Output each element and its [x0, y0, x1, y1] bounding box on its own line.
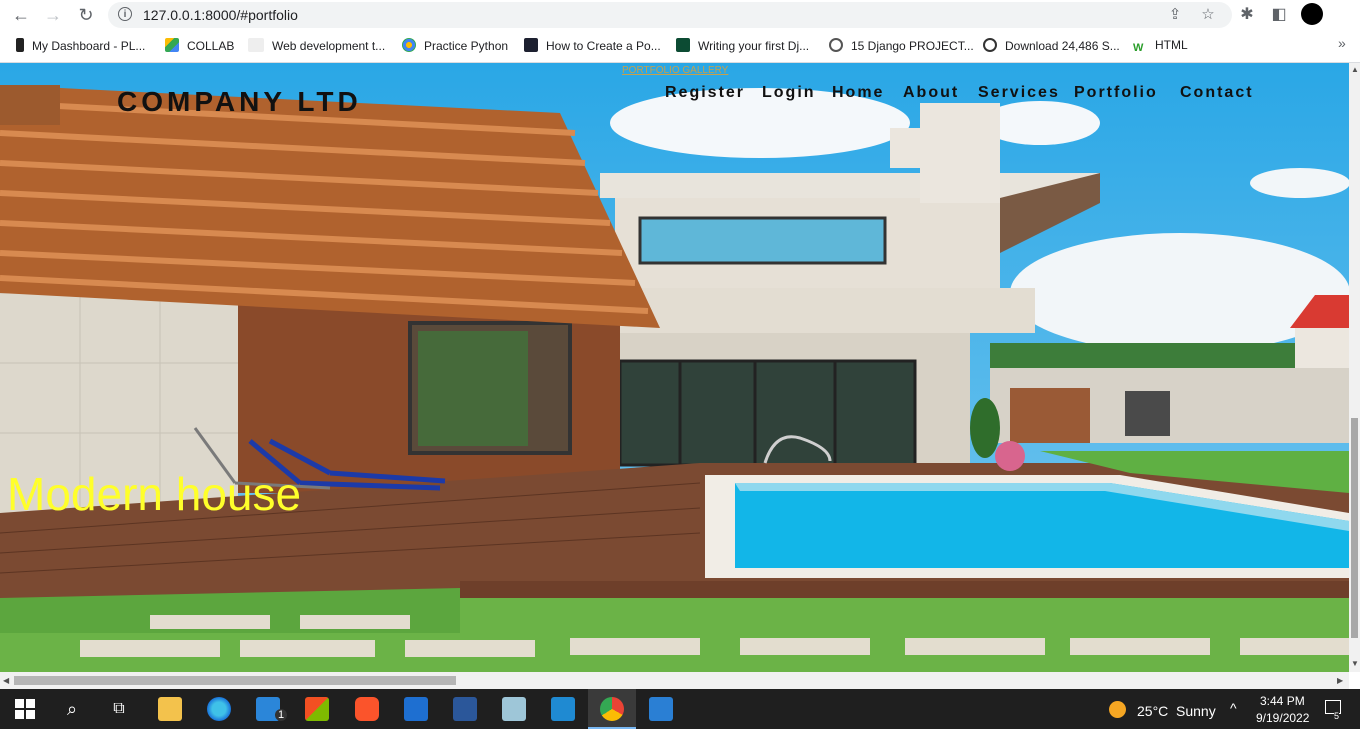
task-view-icon[interactable]: ⧉ — [107, 697, 131, 721]
bookmark-item[interactable]: Practice Python — [402, 38, 508, 53]
nav-link-about[interactable]: About — [903, 84, 959, 102]
nav-link-home[interactable]: Home — [832, 84, 884, 102]
weather-text[interactable]: Sunny — [1176, 703, 1216, 719]
nav-link-services[interactable]: Services — [978, 84, 1060, 102]
bookmark-label: 15 Django PROJECT... — [851, 39, 974, 53]
whatsapp-icon — [983, 38, 997, 52]
site-info-icon[interactable]: i — [118, 7, 132, 21]
bookmark-item[interactable]: 15 Django PROJECT... — [829, 38, 974, 53]
forward-icon[interactable]: → — [42, 4, 64, 26]
hero-title: Modern house — [7, 468, 302, 520]
horizontal-scrollbar[interactable]: ◀ ▶ — [0, 672, 1349, 689]
bookmarks-bar: My Dashboard - PL... COLLAB Web developm… — [0, 30, 1360, 63]
weather-sun-icon[interactable] — [1109, 701, 1126, 718]
bookmark-label: Writing your first Dj... — [698, 39, 810, 53]
vscode-icon[interactable] — [551, 697, 575, 721]
bookmark-label: How to Create a Po... — [546, 39, 661, 53]
bookmark-item[interactable]: Writing your first Dj... — [676, 38, 809, 53]
vertical-scroll-thumb[interactable] — [1351, 418, 1358, 638]
nav-link-login[interactable]: Login — [762, 84, 816, 102]
nav-link-portfolio[interactable]: Portfolio — [1074, 84, 1158, 102]
bookmark-favicon-icon — [16, 38, 24, 52]
more-bookmarks-icon[interactable]: » — [1338, 35, 1346, 51]
bookmark-label: Practice Python — [424, 39, 509, 53]
hero-house-image — [0, 63, 1349, 672]
windows-start-icon[interactable] — [13, 697, 37, 721]
side-panel-icon[interactable]: ◧ — [1268, 4, 1290, 26]
bookmark-label: Download 24,486 S... — [1005, 39, 1120, 53]
practice-python-icon — [402, 38, 416, 52]
bookmark-item[interactable]: COLLAB — [165, 38, 234, 53]
scroll-right-icon[interactable]: ▶ — [1337, 676, 1343, 685]
scroll-down-icon[interactable]: ▼ — [1351, 659, 1359, 668]
bookmark-item[interactable]: W HTML — [1133, 38, 1188, 55]
weather-temp[interactable]: 25°C — [1137, 703, 1168, 719]
store-icon[interactable] — [305, 697, 329, 721]
windows-taskbar: ⌕ ⧉ 1 25°C Sunny ^ 3:44 PM 9/19/2022 5 — [0, 689, 1360, 729]
file-explorer-icon[interactable] — [158, 697, 182, 721]
portfolio-gallery-link[interactable]: PORTFOLIO GALLERY — [622, 65, 728, 76]
url-text[interactable]: 127.0.0.1:8000/#portfolio — [143, 7, 298, 23]
chrome-icon — [600, 697, 624, 721]
search-icon[interactable]: ⌕ — [60, 697, 84, 721]
bookmark-item[interactable]: Web development t... — [248, 38, 385, 53]
vertical-scrollbar[interactable]: ▲ ▼ — [1349, 63, 1360, 672]
back-icon[interactable]: ← — [10, 4, 32, 26]
bookmark-label: COLLAB — [187, 39, 235, 53]
share-icon[interactable]: ⇪ — [1166, 6, 1184, 24]
bookmark-label: My Dashboard - PL... — [32, 39, 146, 53]
address-bar[interactable]: i 127.0.0.1:8000/#portfolio ⇪ ☆ — [108, 2, 1232, 28]
horizontal-scroll-thumb[interactable] — [14, 676, 456, 685]
scroll-left-icon[interactable]: ◀ — [3, 676, 9, 685]
brave-icon[interactable] — [355, 697, 379, 721]
django-icon — [676, 38, 690, 52]
tutorial-site-icon — [524, 38, 538, 52]
w3-icon: W — [1133, 41, 1147, 55]
media-player-icon[interactable] — [404, 697, 428, 721]
clock-time[interactable]: 3:44 PM — [1260, 694, 1305, 708]
bookmark-item[interactable]: Download 24,486 S... — [983, 38, 1120, 53]
photos-icon[interactable] — [649, 697, 673, 721]
edge-icon[interactable] — [207, 697, 231, 721]
chrome-taskbar-active[interactable] — [588, 689, 636, 729]
word-icon[interactable] — [453, 697, 477, 721]
drive-icon — [165, 38, 179, 52]
reload-icon[interactable]: ↻ — [75, 4, 97, 26]
page-viewport: PORTFOLIO GALLERY COMPANY LTD Register L… — [0, 63, 1349, 672]
clock-date[interactable]: 9/19/2022 — [1256, 711, 1309, 725]
mail-badge: 1 — [275, 709, 288, 721]
bookmark-item[interactable]: How to Create a Po... — [524, 38, 661, 53]
bookmark-label: Web development t... — [272, 39, 386, 53]
bookmark-star-icon[interactable]: ☆ — [1199, 6, 1217, 24]
browser-toolbar: ← → ↻ i 127.0.0.1:8000/#portfolio ⇪ ☆ ✱ … — [0, 0, 1360, 30]
chevron-up-icon[interactable]: ^ — [1230, 700, 1237, 716]
bookmark-item[interactable]: My Dashboard - PL... — [16, 38, 145, 53]
globe-icon — [829, 38, 843, 52]
notes-icon[interactable] — [502, 697, 526, 721]
w3schools-icon — [248, 38, 264, 52]
bookmark-label: HTML — [1155, 38, 1188, 52]
extensions-icon[interactable]: ✱ — [1236, 4, 1258, 26]
notification-count: 5 — [1334, 711, 1340, 721]
nav-link-contact[interactable]: Contact — [1180, 84, 1254, 102]
nav-link-register[interactable]: Register — [665, 84, 745, 102]
scroll-up-icon[interactable]: ▲ — [1351, 65, 1359, 74]
profile-avatar[interactable] — [1301, 3, 1323, 25]
company-logo-text[interactable]: COMPANY LTD — [117, 86, 362, 118]
